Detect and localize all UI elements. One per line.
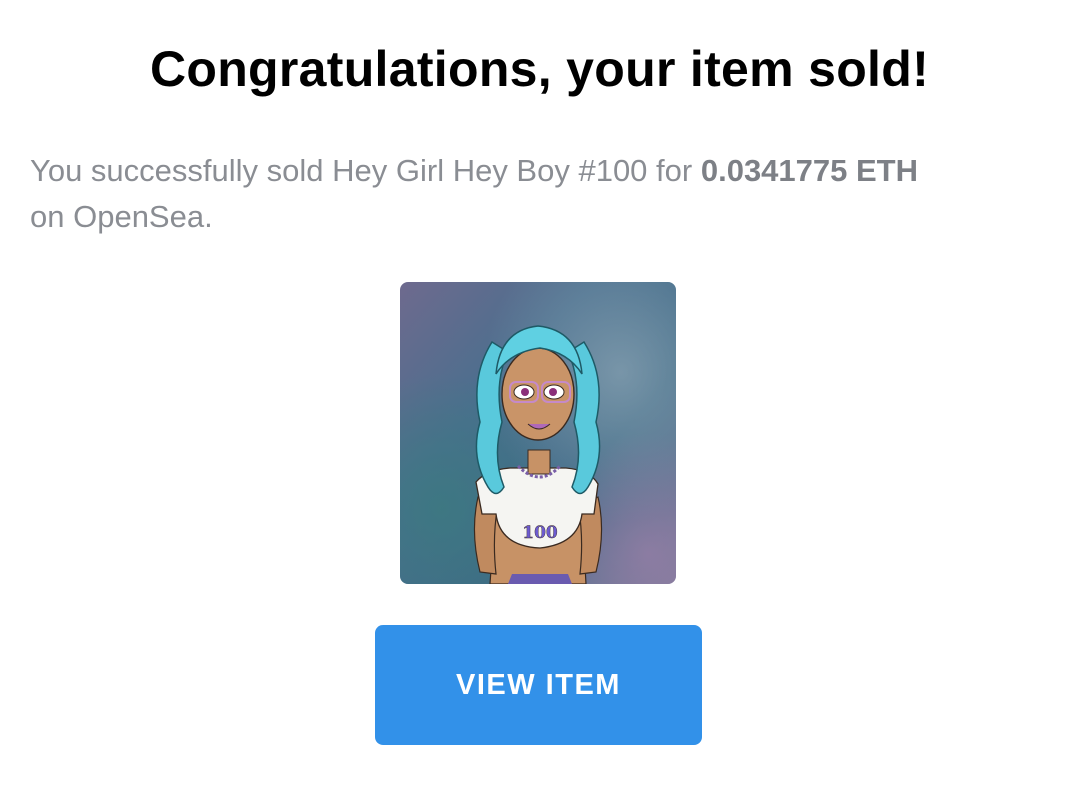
sale-message-suffix: on OpenSea. — [30, 199, 213, 234]
nft-image[interactable]: 100 — [400, 282, 676, 584]
nft-illustration: 100 — [400, 282, 676, 584]
sale-message-prefix: You successfully sold Hey Girl Hey Boy #… — [30, 153, 693, 188]
email-page: Congratulations, your item sold! You suc… — [0, 0, 1079, 790]
page-title: Congratulations, your item sold! — [149, 41, 930, 97]
view-item-button[interactable]: VIEW ITEM — [375, 625, 702, 745]
nft-shirt-number: 100 — [522, 523, 558, 543]
sale-message: You successfully sold Hey Girl Hey Boy #… — [30, 148, 1060, 240]
sale-price: 0.0341775 ETH — [700, 153, 918, 188]
